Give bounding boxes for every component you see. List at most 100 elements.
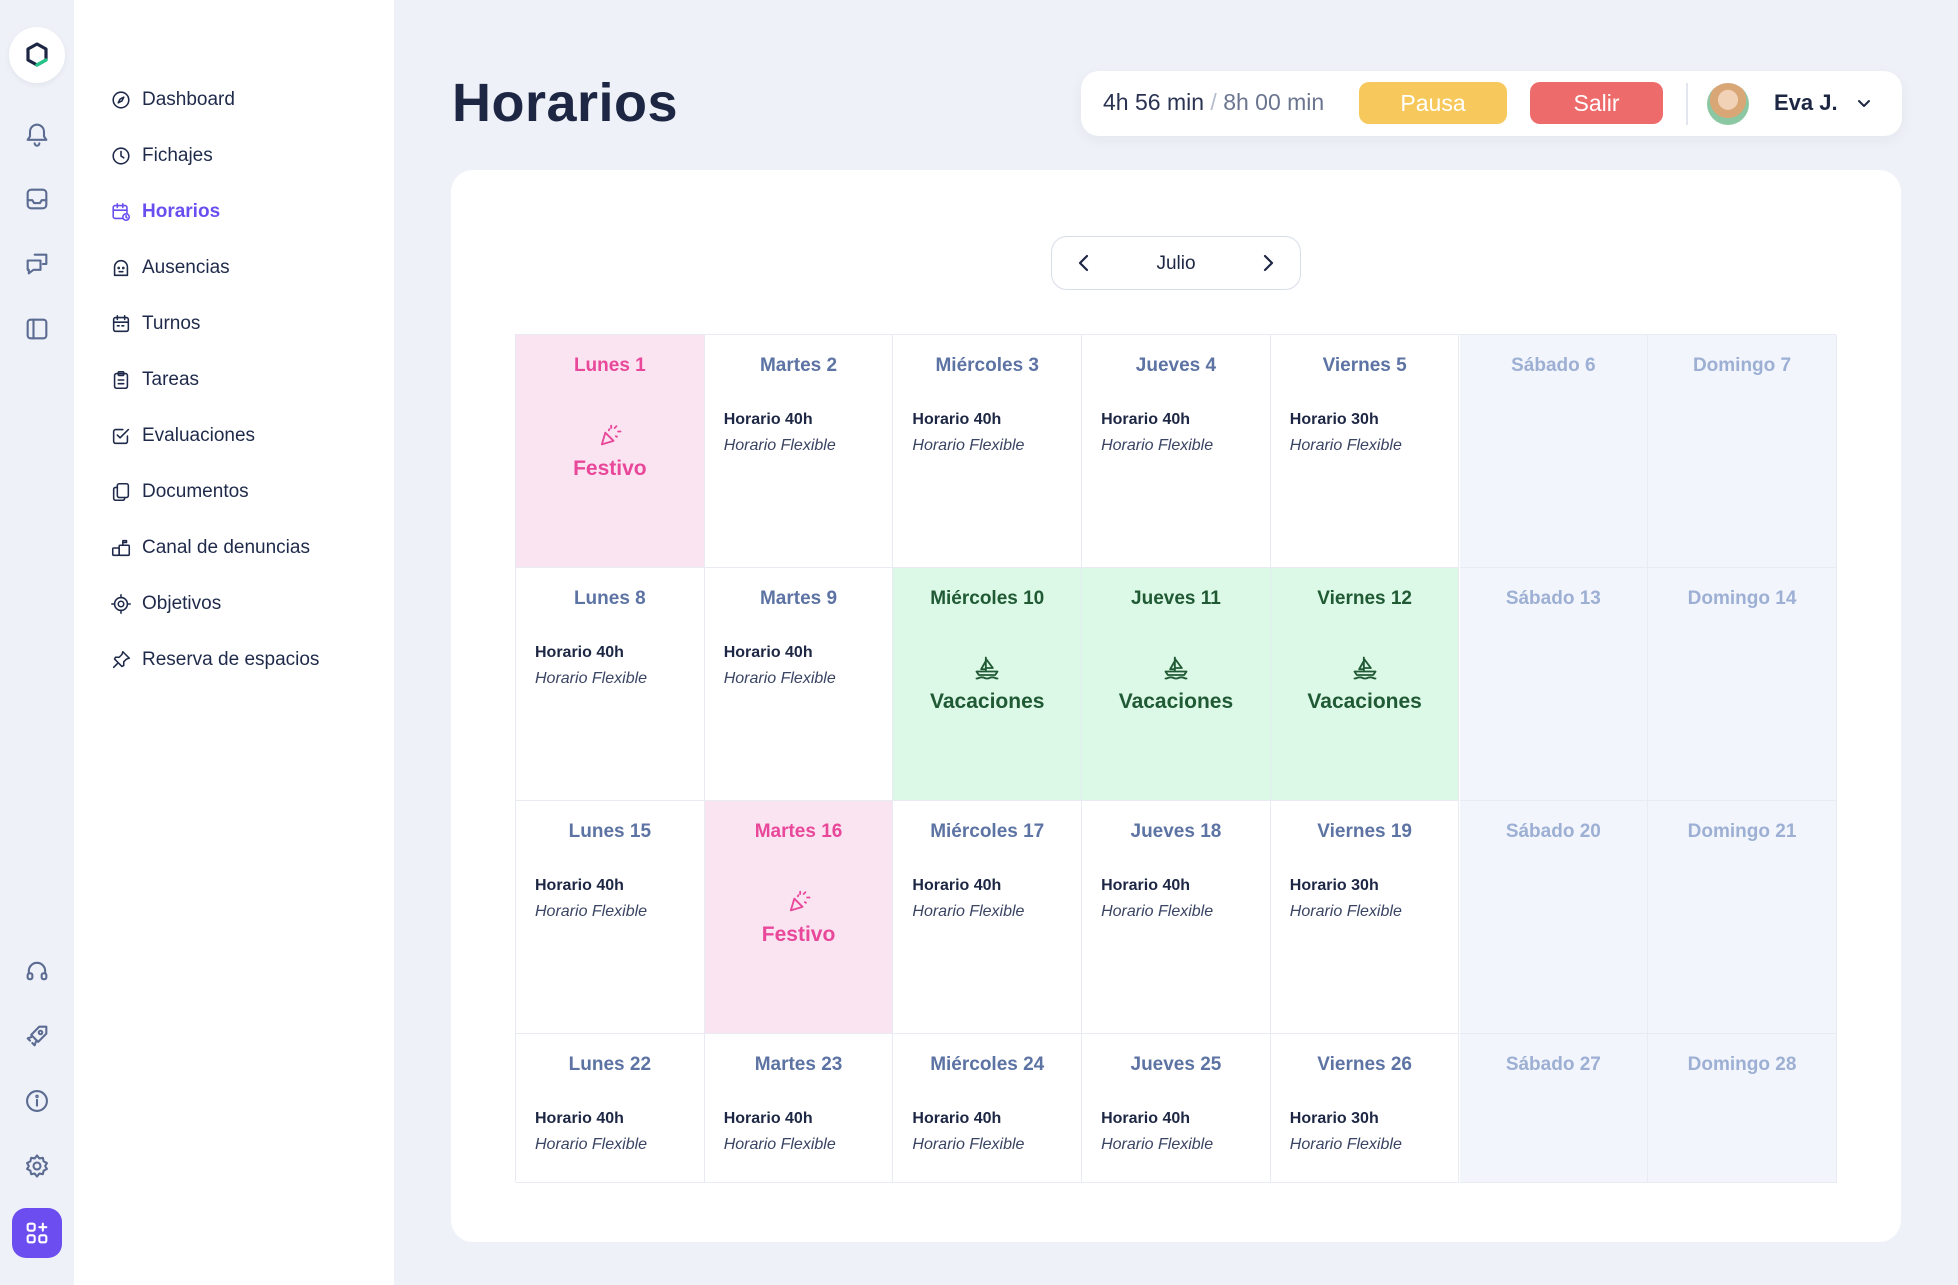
calendar-day-cell[interactable]: Jueves 11 Vacaciones bbox=[1082, 568, 1271, 801]
user-name[interactable]: Eva J. bbox=[1774, 90, 1838, 116]
sidebar-item-evaluaciones[interactable]: Evaluaciones bbox=[110, 420, 255, 452]
calendar-day-cell[interactable]: Martes 23 Horario 40h Horario Flexible bbox=[704, 1034, 894, 1183]
apps-grid-icon[interactable] bbox=[12, 1208, 62, 1258]
target-icon bbox=[111, 594, 131, 614]
chevron-down-icon[interactable] bbox=[1854, 93, 1874, 113]
calendar-day-cell[interactable]: Jueves 18 Horario 40h Horario Flexible bbox=[1082, 801, 1271, 1034]
mailbox-icon bbox=[111, 539, 131, 557]
calendar-day-cell[interactable]: Miércoles 24 Horario 40h Horario Flexible bbox=[893, 1034, 1083, 1183]
sidebar-item-label: Horarios bbox=[142, 201, 221, 222]
pause-button[interactable]: Pausa bbox=[1359, 82, 1507, 124]
calendar-day-cell[interactable]: Martes 9 Horario 40h Horario Flexible bbox=[704, 568, 894, 801]
total-time: 8h 00 min bbox=[1223, 89, 1325, 115]
avatar[interactable] bbox=[1707, 83, 1749, 125]
calendar-day-cell[interactable]: Sábado 6 bbox=[1459, 335, 1649, 568]
day-label: Domingo 21 bbox=[1687, 821, 1797, 842]
calendar-day-cell[interactable]: Viernes 19 Horario 30h Horario Flexible bbox=[1270, 801, 1460, 1034]
sidebar-item-ausencias[interactable]: Ausencias bbox=[110, 252, 230, 284]
sidebar-item-label: Evaluaciones bbox=[142, 425, 256, 446]
info-icon[interactable] bbox=[12, 1076, 62, 1126]
day-label: Jueves 18 bbox=[1130, 821, 1222, 842]
schedule-title: Horario 40h bbox=[535, 1110, 624, 1127]
sidebar-item-label: Turnos bbox=[142, 313, 201, 334]
day-label: Lunes 22 bbox=[568, 1054, 652, 1075]
exit-button[interactable]: Salir bbox=[1530, 82, 1663, 124]
day-label: Viernes 19 bbox=[1317, 821, 1412, 842]
sidebar-item-label: Tareas bbox=[142, 369, 200, 390]
timer-separator: / bbox=[1210, 89, 1217, 115]
day-label: Sábado 13 bbox=[1505, 588, 1601, 609]
calendar-day-cell[interactable]: Domingo 21 bbox=[1648, 801, 1837, 1034]
day-label: Lunes 8 bbox=[573, 588, 646, 609]
sidebar-item-reserva-de-espacios[interactable]: Reserva de espacios bbox=[110, 644, 319, 676]
calendar-day-cell[interactable]: Sábado 13 bbox=[1459, 568, 1649, 801]
sailboat-icon bbox=[1351, 654, 1379, 682]
calendar-day-cell[interactable]: Lunes 15 Horario 40h Horario Flexible bbox=[516, 801, 705, 1034]
clipboard-icon bbox=[113, 370, 129, 390]
compass-icon bbox=[112, 91, 130, 109]
face-icon bbox=[113, 259, 129, 277]
day-label: Lunes 15 bbox=[568, 821, 652, 842]
sailboat-icon bbox=[973, 654, 1001, 682]
schedule-title: Horario 40h bbox=[535, 877, 624, 894]
calendar-day-cell[interactable]: Lunes 8 Horario 40h Horario Flexible bbox=[516, 568, 705, 801]
sidebar-item-label: Documentos bbox=[142, 481, 249, 502]
calendar-day-cell[interactable]: Miércoles 3 Horario 40h Horario Flexible bbox=[893, 335, 1083, 568]
day-label: Miércoles 24 bbox=[930, 1054, 1045, 1075]
calendar-day-cell[interactable]: Martes 16 Festivo bbox=[704, 801, 894, 1034]
calendar-day-cell[interactable]: Domingo 7 bbox=[1648, 335, 1837, 568]
schedule-type: Horario Flexible bbox=[1289, 903, 1402, 920]
calendar-day-cell[interactable]: Jueves 25 Horario 40h Horario Flexible bbox=[1082, 1034, 1271, 1183]
sidebar-item-objetivos[interactable]: Objetivos bbox=[110, 588, 221, 620]
schedule-type: Horario Flexible bbox=[535, 1136, 648, 1153]
party-popper-icon bbox=[785, 887, 813, 915]
calendar-day-cell[interactable]: Miércoles 10 Vacaciones bbox=[893, 568, 1083, 801]
calendar-day-cell[interactable]: Lunes 22 Horario 40h Horario Flexible bbox=[516, 1034, 705, 1183]
calendar-day-cell[interactable]: Viernes 12 Vacaciones bbox=[1270, 568, 1460, 801]
calendar-day-cell[interactable]: Domingo 14 bbox=[1648, 568, 1837, 801]
calendar-day-cell[interactable]: Viernes 5 Horario 30h Horario Flexible bbox=[1270, 335, 1460, 568]
day-label: Miércoles 17 bbox=[930, 821, 1045, 842]
day-label: Martes 16 bbox=[754, 821, 843, 842]
schedule-title: Horario 40h bbox=[723, 1110, 813, 1127]
logo-icon[interactable] bbox=[9, 27, 65, 83]
sidebar-item-horarios[interactable]: Horarios bbox=[110, 196, 220, 228]
inbox-icon[interactable] bbox=[12, 174, 62, 224]
schedule-title: Horario 30h bbox=[1289, 877, 1379, 894]
sidebar-item-documentos[interactable]: Documentos bbox=[110, 476, 249, 508]
sidebar-item-turnos[interactable]: Turnos bbox=[110, 308, 200, 340]
sidebar-item-fichajes[interactable]: Fichajes bbox=[110, 140, 213, 172]
sidebar-item-tareas[interactable]: Tareas bbox=[110, 364, 199, 396]
calendar-day-cell[interactable]: Miércoles 17 Horario 40h Horario Flexible bbox=[893, 801, 1083, 1034]
work-timer: 4h 56 min / 8h 00 min bbox=[1103, 89, 1324, 116]
calendar-day-cell[interactable]: Sábado 27 bbox=[1459, 1034, 1649, 1183]
sidebar-item-canal-de-denuncias[interactable]: Canal de denuncias bbox=[110, 532, 310, 564]
divider bbox=[1686, 83, 1688, 125]
party-popper-icon bbox=[596, 421, 624, 449]
schedule-title: Horario 40h bbox=[723, 411, 813, 428]
calendar-day-cell[interactable]: Lunes 1 Festivo bbox=[516, 335, 705, 568]
rocket-icon[interactable] bbox=[12, 1011, 62, 1061]
chat-icon[interactable] bbox=[12, 239, 62, 289]
gear-icon[interactable] bbox=[12, 1141, 62, 1191]
schedule-type: Horario Flexible bbox=[1101, 1136, 1214, 1153]
calendar-day-cell[interactable]: Domingo 28 bbox=[1648, 1034, 1837, 1183]
schedule-title: Horario 40h bbox=[1101, 877, 1191, 894]
calendar-day-cell[interactable]: Viernes 26 Horario 30h Horario Flexible bbox=[1270, 1034, 1460, 1183]
calendar-day-cell[interactable]: Sábado 20 bbox=[1459, 801, 1649, 1034]
calendar-day-cell[interactable]: Jueves 4 Horario 40h Horario Flexible bbox=[1082, 335, 1271, 568]
schedule-type: Horario Flexible bbox=[1101, 903, 1214, 920]
sidebar-toggle-icon[interactable] bbox=[12, 304, 62, 354]
headset-icon[interactable] bbox=[12, 946, 62, 996]
icon-rail bbox=[0, 0, 73, 1285]
schedule-type: Horario Flexible bbox=[912, 903, 1025, 920]
schedule-type: Horario Flexible bbox=[912, 1136, 1025, 1153]
sidebar-item-dashboard[interactable]: Dashboard bbox=[110, 84, 235, 116]
worked-time: 4h 56 min bbox=[1103, 89, 1205, 115]
bell-icon[interactable] bbox=[12, 109, 62, 159]
calendar-day-cell[interactable]: Martes 2 Horario 40h Horario Flexible bbox=[704, 335, 894, 568]
chevron-right-icon[interactable] bbox=[1256, 251, 1280, 275]
pin-icon bbox=[112, 650, 131, 669]
vacation-label: Vacaciones bbox=[1307, 690, 1422, 713]
vacation-label: Vacaciones bbox=[930, 690, 1045, 713]
